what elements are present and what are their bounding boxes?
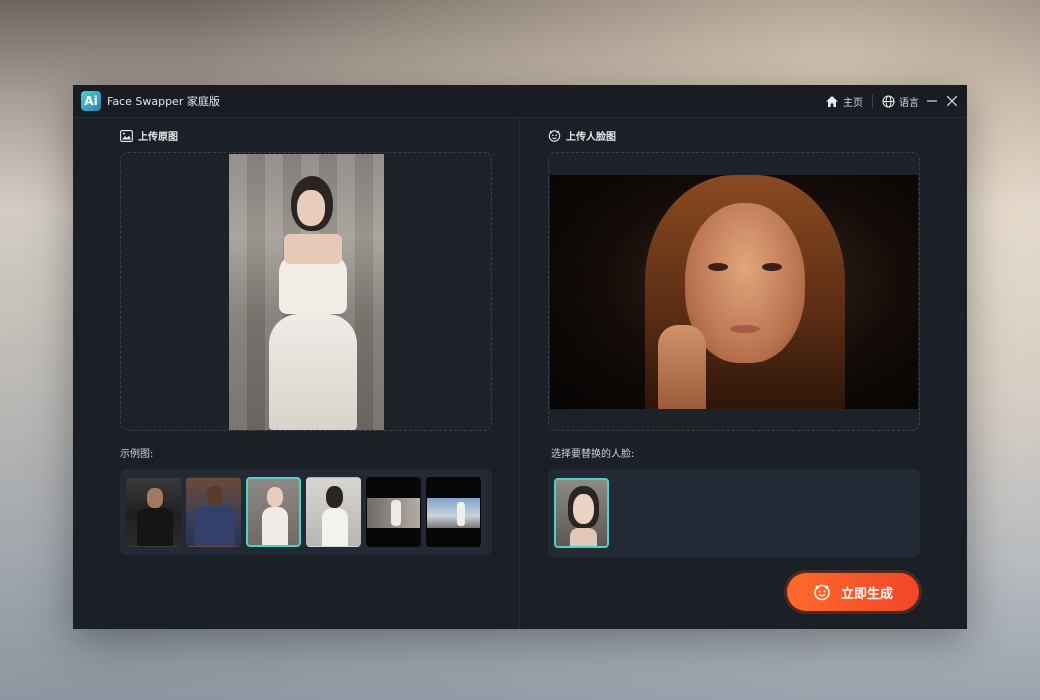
language-button[interactable]: 语言	[882, 94, 919, 109]
upload-face-title: 上传人脸图	[548, 128, 616, 143]
source-image-panel: 上传原图 示例图:	[73, 118, 520, 629]
example-images-strip	[120, 469, 492, 555]
upload-face-label: 上传人脸图	[566, 132, 616, 143]
home-label: 主页	[843, 97, 863, 109]
example-thumb[interactable]	[426, 477, 481, 547]
app-logo: Ai	[81, 91, 101, 111]
close-icon	[947, 96, 957, 106]
toolbar-divider	[872, 94, 873, 108]
face-image	[550, 174, 918, 409]
face-thumb-selected[interactable]	[554, 478, 609, 548]
language-label: 语言	[899, 97, 919, 109]
generate-button[interactable]: 立即生成	[787, 573, 919, 611]
generate-label: 立即生成	[840, 586, 893, 602]
home-icon	[826, 95, 838, 107]
example-thumb[interactable]	[126, 477, 181, 547]
minimize-button[interactable]	[925, 94, 939, 108]
app-title: Face Swapper 家庭版	[107, 95, 220, 108]
example-thumb-selected[interactable]	[246, 477, 301, 547]
upload-source-label: 上传原图	[138, 132, 178, 143]
face-upload-area[interactable]	[548, 152, 920, 431]
detected-faces-strip	[548, 469, 920, 557]
example-thumb[interactable]	[306, 477, 361, 547]
faces-label: 选择要替换的人脸:	[551, 449, 635, 460]
upload-source-title: 上传原图	[120, 128, 178, 143]
source-upload-area[interactable]	[120, 152, 492, 431]
minimize-icon	[927, 100, 937, 102]
close-button[interactable]	[945, 94, 959, 108]
app-window: Ai Face Swapper 家庭版 主页 语言 上传原图 示例图: 上传人脸…	[73, 85, 967, 629]
face-icon	[814, 584, 830, 601]
face-image-panel: 上传人脸图 选择要替换的人脸: 立即生成	[521, 118, 967, 629]
image-icon	[120, 129, 133, 142]
examples-label: 示例图:	[120, 449, 154, 460]
title-bar: Ai Face Swapper 家庭版 主页 语言	[73, 85, 967, 118]
source-image	[228, 153, 384, 430]
globe-icon	[882, 94, 895, 108]
face-icon	[548, 130, 561, 142]
home-button[interactable]: 主页	[825, 94, 863, 109]
example-thumb[interactable]	[186, 477, 241, 547]
example-thumb[interactable]	[366, 477, 421, 547]
